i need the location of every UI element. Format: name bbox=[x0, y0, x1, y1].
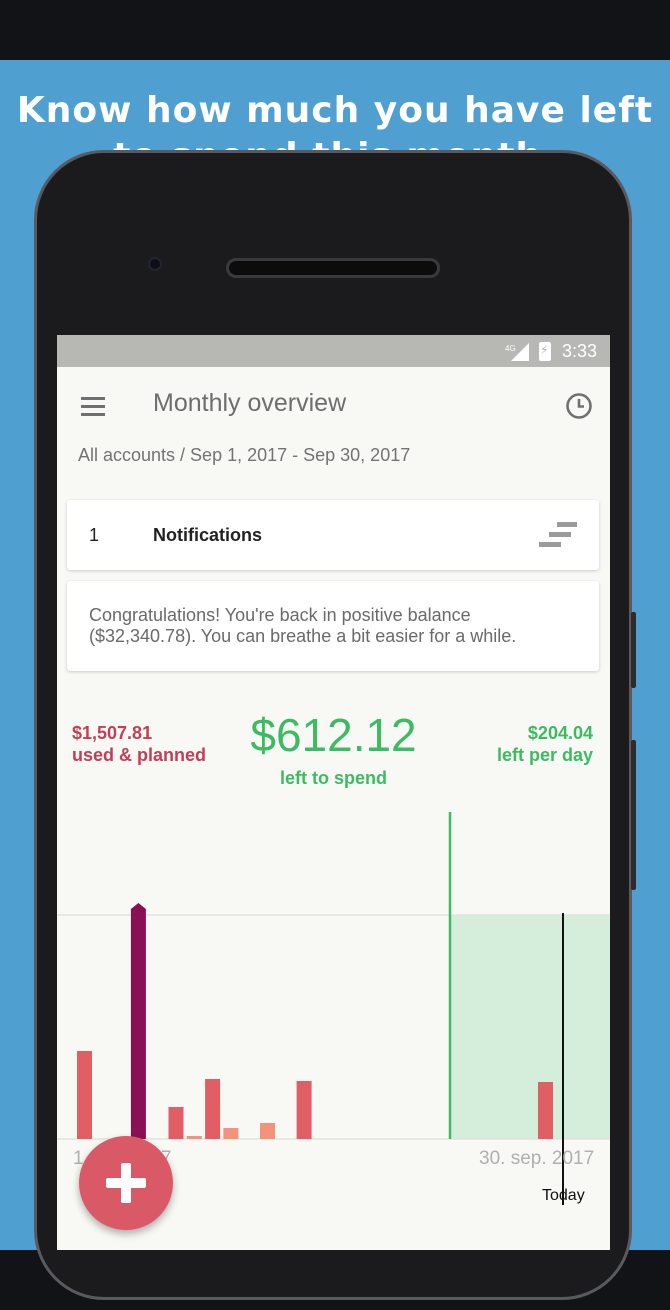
expense-bar bbox=[205, 1079, 221, 1139]
app-screen: 4G 3:33 Monthly overview All accounts / … bbox=[57, 335, 610, 1250]
front-camera bbox=[148, 257, 162, 271]
left-per-day-value: $204.04 bbox=[527, 723, 593, 743]
menu-icon[interactable] bbox=[81, 397, 107, 417]
account-date-range: All accounts / Sep 1, 2017 - Sep 30, 201… bbox=[78, 445, 411, 465]
network-signal-icon: 4G bbox=[505, 343, 529, 361]
notifications-card[interactable]: 1 Notifications bbox=[67, 500, 599, 570]
power-button bbox=[631, 740, 636, 890]
balance-message: Congratulations! You're back in positive… bbox=[89, 605, 517, 646]
page-title: Monthly overview bbox=[153, 389, 347, 417]
history-icon[interactable] bbox=[565, 392, 593, 420]
status-time: 3:33 bbox=[562, 341, 598, 361]
expense-bar bbox=[77, 1051, 92, 1139]
expense-bar bbox=[186, 1136, 202, 1139]
notification-count: 1 bbox=[89, 525, 100, 545]
expense-bar bbox=[223, 1128, 239, 1139]
network-type: 4G bbox=[505, 344, 516, 353]
remaining-period-area bbox=[450, 915, 610, 1139]
battery-charging-icon bbox=[539, 342, 551, 361]
notifications-label: Notifications bbox=[153, 525, 263, 545]
stairs-icon bbox=[539, 522, 577, 547]
left-to-spend-label: left to spend bbox=[280, 768, 387, 788]
balance-message-card: Congratulations! You're back in positive… bbox=[67, 581, 599, 671]
expense-bar bbox=[260, 1123, 275, 1139]
expense-bar bbox=[168, 1107, 184, 1139]
left-per-day-label: left per day bbox=[496, 745, 593, 765]
today-label: Today bbox=[542, 1187, 585, 1204]
status-bar: 4G 3:33 bbox=[57, 335, 610, 367]
used-planned-marker-tip bbox=[130, 903, 146, 909]
planned-expense-bar bbox=[538, 1082, 553, 1139]
earpiece-speaker bbox=[226, 258, 440, 278]
used-planned-marker-bar bbox=[130, 909, 146, 1139]
add-transaction-button[interactable] bbox=[79, 1136, 173, 1230]
top-letterbox bbox=[0, 0, 670, 60]
used-planned-label: used & planned bbox=[72, 745, 207, 765]
volume-button bbox=[631, 612, 636, 688]
promo-line-1: Know how much you have left bbox=[16, 90, 654, 131]
used-planned-value: $1,507.81 bbox=[72, 723, 153, 743]
x-axis-end-label: 30. sep. 2017 bbox=[479, 1148, 595, 1169]
expense-bar bbox=[296, 1081, 312, 1139]
app-bar: Monthly overview bbox=[57, 367, 610, 443]
